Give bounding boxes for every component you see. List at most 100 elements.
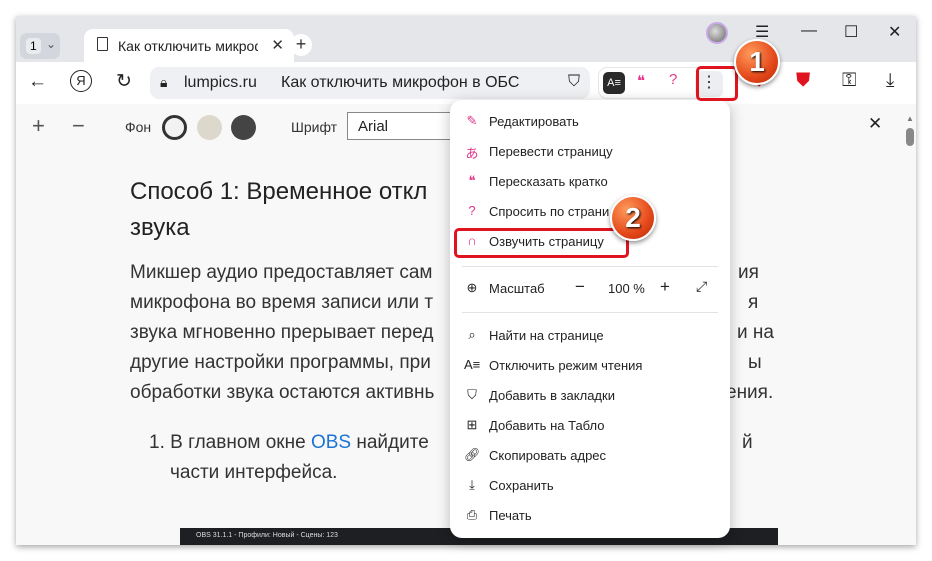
step-callout-1: 1 (734, 39, 780, 85)
obs-link[interactable]: OBS (311, 432, 351, 453)
menu-item-ask[interactable]: ? Спросить по страни (450, 198, 730, 226)
url-title: Как отключить микрофон в ОБС (281, 74, 520, 91)
highlight-read-aloud (454, 228, 629, 258)
zoom-label: Масштаб (489, 281, 545, 296)
avatar[interactable] (706, 22, 728, 44)
menu-item-label: Пересказать кратко (489, 174, 608, 189)
download-icon: ⤓ (469, 477, 475, 492)
menu-item-label: Добавить в закладки (489, 388, 615, 403)
menu-item-translate[interactable]: あ Перевести страницу (450, 138, 730, 166)
more-options-menu: ✎ Редактировать あ Перевести страницу ❝ Пере… (450, 100, 730, 538)
bg-sepia-option[interactable] (197, 115, 222, 140)
menu-item-label: Спросить по страни (489, 204, 610, 219)
menu-item-label: Редактировать (489, 114, 579, 129)
article-heading: Способ 1: Временное откл (130, 178, 428, 205)
highlight-more-button (696, 66, 738, 101)
menu-item-tableau[interactable]: ⊞ Добавить на Табло (450, 412, 730, 440)
maximize-button[interactable]: ☐ (844, 22, 858, 42)
fullscreen-icon[interactable]: ⤢ (696, 278, 707, 295)
print-icon: ⎙ (466, 507, 478, 522)
zoom-icon: ⊕ (466, 280, 478, 295)
divider (462, 266, 718, 267)
step-callout-2: 2 (610, 195, 656, 241)
menu-item-label: Добавить на Табло (489, 418, 605, 433)
paragraph-line-end: ения. (726, 382, 774, 403)
menu-item-summary[interactable]: ❝ Пересказать кратко (450, 168, 730, 196)
tab-title: Как отключить микрофон в ОБС (118, 38, 258, 54)
paragraph-line-end: ы (748, 352, 762, 373)
bookmark-icon: ⛉ (467, 387, 477, 402)
zoom-row: ⊕ Масштаб − 100 % + ⤢ (450, 275, 730, 303)
edit-sparkle-icon: ✎ (466, 113, 478, 128)
passwords-icon[interactable]: ⚿ (842, 70, 856, 92)
menu-item-copy-address[interactable]: 🔗︎ Скопировать адрес (450, 442, 730, 470)
toolbar: ← Я ↻ 🔒︎ lumpics.ru Как отключить микроф… (16, 62, 916, 104)
close-window-button[interactable]: ✕ (888, 22, 901, 42)
summary-icon: ❝ (468, 173, 476, 188)
link-icon: 🔗︎ (464, 447, 481, 462)
zoom-in-button[interactable]: + (660, 277, 670, 297)
zoom-value: 100 % (608, 281, 645, 296)
font-select[interactable]: Arial (347, 112, 457, 140)
back-icon[interactable]: ← (28, 71, 47, 93)
document-icon (97, 37, 108, 51)
decrease-font-button[interactable]: − (72, 113, 85, 139)
title-bar: 1⌄ Как отключить микрофон в ОБС ✕ + ☰ — … (16, 16, 916, 62)
close-tab-icon[interactable]: ✕ (271, 36, 284, 54)
menu-item-label: Отключить режим чтения (489, 358, 643, 373)
paragraph-line-end: ия (738, 262, 759, 283)
ask-icon[interactable]: ? (669, 71, 677, 88)
summary-icon[interactable]: ❝ (637, 72, 645, 90)
article-heading-line2: звука (130, 214, 190, 241)
downloads-icon[interactable]: ⤓ (886, 70, 894, 92)
obs-window-title: OBS 31.1.1 - Профили: Новый - Сцены: 123 (196, 532, 338, 539)
shield-lock-icon[interactable]: ⛊ (796, 70, 810, 92)
list-item-text: 1. В главном окне (149, 432, 311, 453)
url-host: lumpics.ru (184, 74, 257, 91)
menu-item-find[interactable]: ⌕ Найти на странице (450, 322, 730, 350)
paragraph-line: обработки звука остаются активнь (130, 382, 435, 403)
tableau-icon: ⊞ (466, 417, 478, 432)
scrollbar-thumb[interactable] (906, 128, 914, 146)
menu-item-edit[interactable]: ✎ Редактировать (450, 108, 730, 136)
search-icon: ⌕ (468, 327, 476, 342)
yandex-logo-icon[interactable]: Я (70, 70, 92, 92)
paragraph-line-end: и на (737, 322, 774, 343)
reload-icon[interactable]: ↻ (116, 70, 132, 93)
new-tab-button[interactable]: + (290, 34, 312, 56)
paragraph-line: микрофона во время записи или т (130, 292, 434, 313)
menu-item-disable-reader[interactable]: A≡ Отключить режим чтения (450, 352, 730, 380)
address-bar[interactable]: 🔒︎ lumpics.ru Как отключить микрофон в О… (150, 67, 590, 99)
menu-item-label: Печать (489, 508, 532, 523)
menu-item-print[interactable]: ⎙ Печать (450, 502, 730, 530)
bookmark-icon[interactable]: ⛉ (568, 73, 580, 91)
menu-item-save[interactable]: ⤓ Сохранить (450, 472, 730, 500)
menu-item-label: Найти на странице (489, 328, 604, 343)
increase-font-button[interactable]: + (32, 113, 45, 139)
menu-item-label: Перевести страницу (489, 144, 613, 159)
reader-mode-icon: A≡ (464, 357, 481, 372)
paragraph-line: Микшер аудио предоставляет сам (130, 262, 433, 283)
menu-item-label: Скопировать адрес (489, 448, 607, 463)
bg-white-option[interactable] (162, 115, 187, 140)
ask-icon: ? (468, 203, 476, 218)
paragraph-line-end: я (748, 292, 759, 313)
paragraph-line: звука мгновенно прерывает перед (130, 322, 434, 343)
background-label: Фон (125, 119, 152, 135)
minimize-button[interactable]: — (801, 22, 817, 40)
tab-groups-button[interactable]: 1 ⌄ (20, 33, 60, 59)
list-item-line2: части интерфейса. (170, 462, 338, 483)
menu-item-bookmark[interactable]: ⛉ Добавить в закладки (450, 382, 730, 410)
list-item-text: найдите (351, 432, 429, 453)
active-tab[interactable]: Как отключить микрофон в ОБС ✕ (84, 29, 294, 62)
zoom-out-button[interactable]: − (575, 277, 585, 297)
divider (462, 312, 718, 313)
scrollbar[interactable]: ▲ (906, 114, 914, 545)
close-reader-icon[interactable]: ✕ (868, 114, 882, 134)
paragraph-line: другие настройки программы, при (130, 352, 431, 373)
menu-item-label: Сохранить (489, 478, 554, 493)
chevron-down-icon: ⌄ (46, 37, 57, 51)
scroll-up-icon[interactable]: ▲ (906, 114, 914, 123)
bg-dark-option[interactable] (231, 115, 256, 140)
reader-mode-icon[interactable]: A≡ (603, 72, 625, 94)
